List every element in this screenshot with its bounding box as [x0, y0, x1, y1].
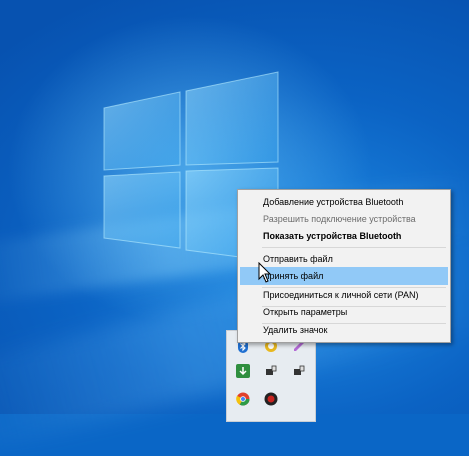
menu-separator	[262, 247, 446, 248]
menu-item-open-settings[interactable]: Открыть параметры	[240, 303, 448, 321]
tray-overflow-flyout	[226, 330, 316, 422]
logo-pane-top-left	[103, 91, 181, 171]
chrome-icon[interactable]	[235, 391, 251, 407]
menu-item-add-bluetooth-device[interactable]: Добавление устройства Bluetooth	[240, 193, 448, 211]
usb-eject-icon[interactable]	[291, 363, 307, 379]
menu-item-allow-device-connection: Разрешить подключение устройства	[263, 214, 416, 224]
menu-item-remove-icon[interactable]: Удалить значок	[240, 321, 448, 339]
menu-item-join-pan[interactable]: Присоединиться к личной сети (PAN)	[240, 286, 448, 304]
mouse-cursor-icon	[258, 262, 272, 283]
download-icon[interactable]	[235, 363, 251, 379]
logo-pane-bottom-left	[103, 171, 181, 249]
logo-pane-top-right	[185, 71, 279, 166]
app-icon-red[interactable]	[263, 391, 279, 407]
usb-eject-icon[interactable]	[263, 363, 279, 379]
menu-item-show-bluetooth-devices[interactable]: Показать устройства Bluetooth	[240, 227, 448, 245]
